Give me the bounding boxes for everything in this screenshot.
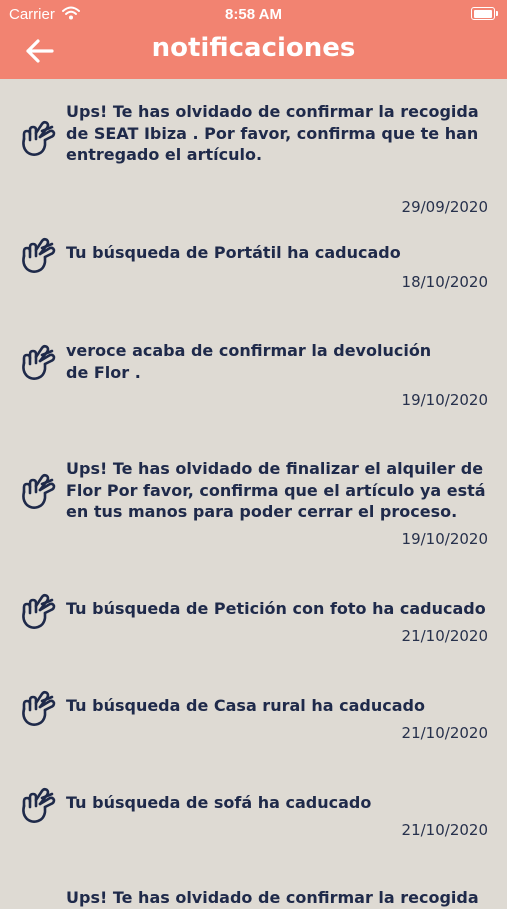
hand-pointing-icon bbox=[18, 786, 56, 826]
header: Carrier 8:58 AM notificaciones bbox=[0, 0, 507, 79]
notification-message: Ups! Te has olvidado de confirmar la rec… bbox=[66, 102, 479, 164]
notification-message: Tu búsqueda de Petición con foto ha cadu… bbox=[66, 599, 486, 618]
navigation-bar: notificaciones bbox=[0, 28, 507, 79]
hand-pointing-icon bbox=[18, 236, 56, 276]
notification-message: Ups! Te has olvidado de confirmar la rec… bbox=[66, 888, 479, 907]
notification-date: 19/10/2020 bbox=[401, 391, 488, 409]
notification-date: 18/10/2020 bbox=[401, 273, 488, 291]
hand-pointing-icon bbox=[18, 592, 56, 632]
hand-pointing-icon bbox=[18, 689, 56, 729]
clock: 8:58 AM bbox=[225, 6, 282, 23]
battery-icon bbox=[471, 7, 498, 20]
notification-date: 29/09/2020 bbox=[401, 198, 488, 216]
notification-message: Tu búsqueda de Casa rural ha caducado bbox=[66, 696, 425, 715]
hand-pointing-icon bbox=[18, 343, 56, 383]
notification-date: 21/10/2020 bbox=[401, 821, 488, 839]
notification-message: Tu búsqueda de Portátil ha caducado bbox=[66, 243, 401, 262]
hand-pointing-icon bbox=[18, 119, 56, 159]
notification-date: 21/10/2020 bbox=[401, 724, 488, 742]
status-bar: Carrier 8:58 AM bbox=[0, 0, 507, 28]
notification-message: Ups! Te has olvidado de finalizar el alq… bbox=[66, 459, 486, 521]
page-title: notificaciones bbox=[151, 33, 356, 63]
notification-date: 21/10/2020 bbox=[401, 627, 488, 645]
notification-message: veroce acaba de confirmar la devolución … bbox=[66, 341, 432, 382]
notification-message: Tu búsqueda de sofá ha caducado bbox=[66, 793, 372, 812]
notification-date: 19/10/2020 bbox=[401, 530, 488, 548]
hand-pointing-icon bbox=[18, 472, 56, 512]
